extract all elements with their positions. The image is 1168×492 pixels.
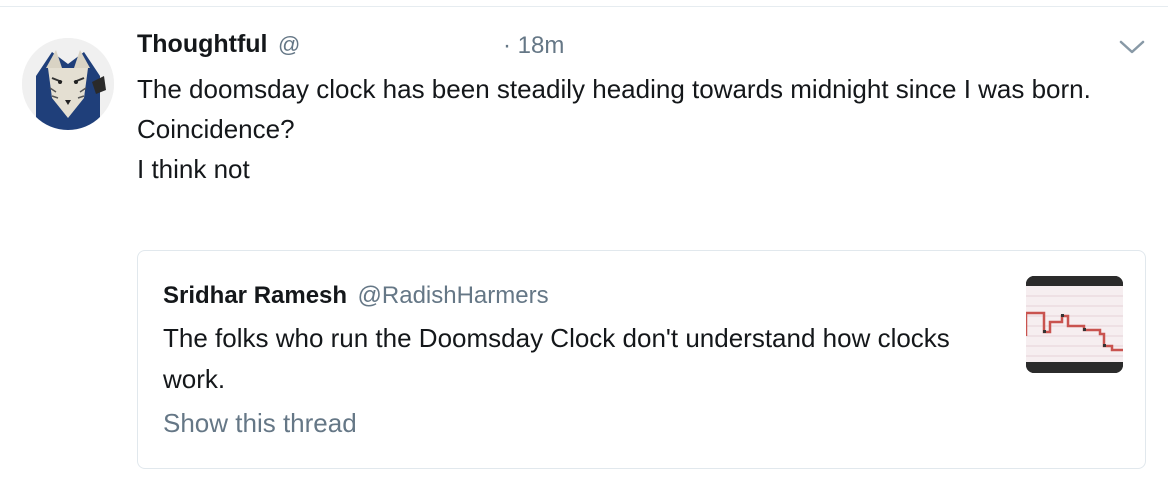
tweet-header: Thoughtful @ xyxy=(137,30,300,64)
tweet-menu-button[interactable] xyxy=(1118,36,1146,58)
tweet[interactable]: Thoughtful @ · 18m The doomsday clock ha… xyxy=(0,0,1168,492)
show-thread-link[interactable]: Show this thread xyxy=(163,408,357,439)
tweet-text-line: The doomsday clock has been steadily hea… xyxy=(137,74,1091,104)
doomsday-chart-thumbnail xyxy=(1026,276,1123,373)
author-name[interactable]: Thoughtful xyxy=(137,30,268,58)
author-handle[interactable]: @ xyxy=(278,32,300,57)
quoted-header: Sridhar Ramesh @RadishHarmers xyxy=(163,282,549,310)
tweet-timestamp[interactable]: · 18m xyxy=(503,32,564,60)
tweet-text-line: Coincidence? xyxy=(137,114,295,144)
tweet-text: The doomsday clock has been steadily hea… xyxy=(137,69,1127,189)
tweet-text-line: I think not xyxy=(137,154,250,184)
quoted-text: The folks who run the Doomsday Clock don… xyxy=(163,323,950,394)
quoted-author-name: Sridhar Ramesh xyxy=(163,282,348,309)
wolf-avatar-icon xyxy=(22,38,114,130)
avatar[interactable] xyxy=(22,38,114,130)
chevron-down-icon xyxy=(1119,40,1145,54)
quoted-media-thumbnail[interactable] xyxy=(1026,276,1123,373)
quoted-tweet[interactable]: Sridhar Ramesh @RadishHarmers The folks … xyxy=(137,250,1146,469)
quoted-author-handle: @RadishHarmers xyxy=(357,282,549,309)
